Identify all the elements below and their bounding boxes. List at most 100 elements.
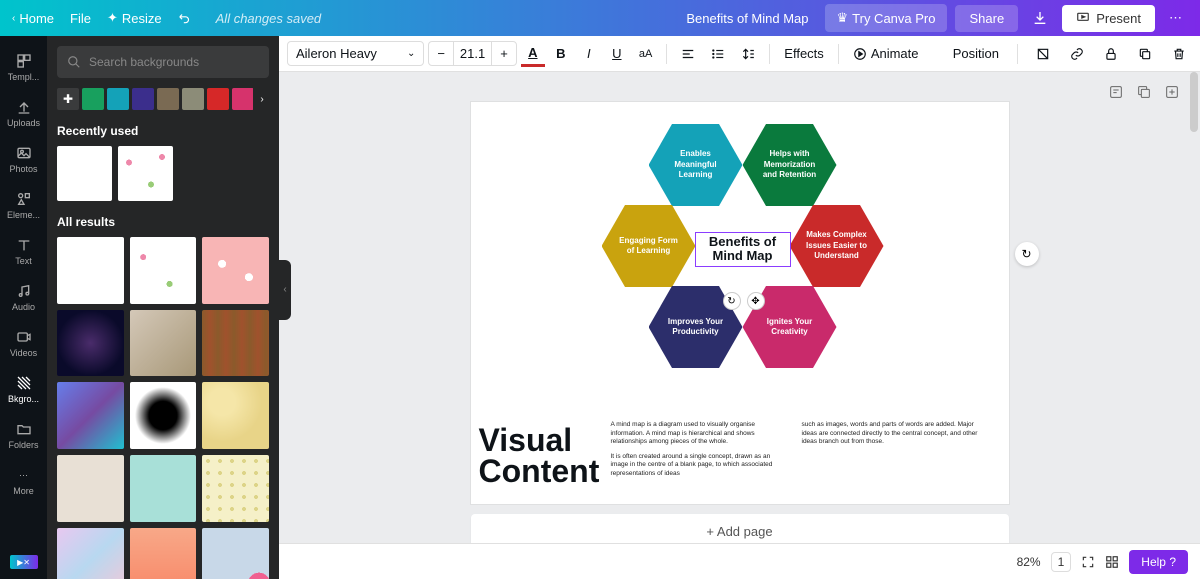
hexagon-teal[interactable]: Enables Meaningful Learning: [649, 124, 743, 206]
color-swatch[interactable]: [207, 88, 229, 110]
underline-button[interactable]: U: [605, 42, 629, 65]
hexagon-yellow[interactable]: Engaging Form of Learning: [602, 205, 696, 287]
bg-thumbnail[interactable]: [130, 528, 197, 579]
color-swatch[interactable]: [232, 88, 254, 110]
color-swatch[interactable]: [82, 88, 104, 110]
visual-content-body[interactable]: A mind map is a diagram used to visually…: [611, 421, 981, 484]
sidebar-item-elements[interactable]: Eleme...: [0, 182, 47, 228]
file-menu[interactable]: File: [70, 11, 91, 26]
visual-content-title[interactable]: Visual Content: [479, 425, 600, 486]
photos-icon: [15, 144, 33, 162]
canvas-page[interactable]: ↻ Enables Meaningful Learning Helps with…: [471, 102, 1009, 504]
bg-thumbnail[interactable]: [202, 382, 269, 449]
videos-icon: [15, 328, 33, 346]
color-swatch[interactable]: [157, 88, 179, 110]
text-toolbar: Aileron Heavy ⌄ − 21.1 + A B I U aA Effe…: [279, 36, 1200, 72]
panel-collapse-handle[interactable]: ‹: [279, 260, 291, 320]
align-button[interactable]: [675, 43, 701, 65]
bg-thumbnail[interactable]: [57, 455, 124, 522]
font-size-group: − 21.1 +: [428, 41, 517, 66]
bg-thumbnail[interactable]: [202, 237, 269, 304]
sidebar-item-folders[interactable]: Folders: [0, 412, 47, 458]
page-add-button[interactable]: [1164, 84, 1180, 100]
bg-thumbnail[interactable]: [130, 237, 197, 304]
download-button[interactable]: [1026, 4, 1054, 32]
bg-thumbnail[interactable]: [118, 146, 173, 201]
vertical-scrollbar[interactable]: [1190, 72, 1198, 132]
resize-menu[interactable]: ✦ Resize: [107, 10, 162, 26]
center-title-l1: Benefits of: [709, 234, 776, 249]
color-swatch[interactable]: [132, 88, 154, 110]
italic-button[interactable]: I: [577, 42, 601, 65]
bg-thumbnail[interactable]: [130, 455, 197, 522]
page-notes-button[interactable]: [1108, 84, 1124, 100]
search-bar[interactable]: [57, 46, 269, 78]
bg-thumbnail[interactable]: [130, 382, 197, 449]
magic-icon: ✦: [107, 10, 118, 26]
undo-button[interactable]: [178, 11, 192, 25]
font-size-value[interactable]: 21.1: [453, 42, 492, 65]
present-button[interactable]: Present: [1062, 5, 1155, 32]
text-color-button[interactable]: A: [521, 41, 545, 67]
transparency-button[interactable]: [1030, 43, 1056, 65]
hexagon-red[interactable]: Makes Complex Issues Easier to Understan…: [790, 205, 884, 287]
color-scroll-right[interactable]: ›: [253, 88, 271, 110]
add-page-button[interactable]: + Add page: [471, 514, 1009, 543]
home-button[interactable]: ‹ Home: [12, 11, 54, 26]
more-menu[interactable]: ⋯: [1163, 4, 1188, 32]
effects-button[interactable]: Effects: [778, 42, 830, 65]
hexagon-green[interactable]: Helps with Memorization and Retention: [743, 124, 837, 206]
zoom-level[interactable]: 82%: [1017, 555, 1041, 569]
move-handle[interactable]: ✥: [747, 292, 765, 310]
grid-view-button[interactable]: [1105, 555, 1119, 569]
font-size-decrease[interactable]: −: [429, 42, 453, 65]
try-pro-button[interactable]: ♛ Try Canva Pro: [825, 4, 948, 32]
fullscreen-button[interactable]: [1081, 555, 1095, 569]
rotate-handle[interactable]: ↻: [723, 292, 741, 310]
sidebar-item-audio[interactable]: Audio: [0, 274, 47, 320]
color-picker-button[interactable]: ✚: [57, 88, 79, 110]
sidebar-item-text[interactable]: Text: [0, 228, 47, 274]
sidebar-item-more[interactable]: ⋯ More: [0, 458, 47, 504]
chevron-left-icon: ‹: [283, 284, 286, 295]
rail-promo[interactable]: ▶✕: [10, 555, 38, 579]
align-icon: [681, 47, 695, 61]
bg-thumbnail[interactable]: [57, 382, 124, 449]
bg-thumbnail[interactable]: [202, 310, 269, 377]
lock-button[interactable]: [1098, 43, 1124, 65]
bg-thumbnail[interactable]: [202, 528, 269, 579]
font-size-increase[interactable]: +: [492, 42, 516, 65]
duplicate-button[interactable]: [1132, 43, 1158, 65]
bold-button[interactable]: B: [549, 42, 573, 65]
link-button[interactable]: [1064, 43, 1090, 65]
font-family-select[interactable]: Aileron Heavy ⌄: [287, 41, 424, 66]
sidebar-item-uploads[interactable]: Uploads: [0, 90, 47, 136]
color-swatch[interactable]: [107, 88, 129, 110]
sidebar-item-background[interactable]: Bkgro...: [0, 366, 47, 412]
bg-thumbnail[interactable]: [202, 455, 269, 522]
share-button[interactable]: Share: [955, 5, 1018, 32]
help-button[interactable]: Help ?: [1129, 550, 1188, 574]
page-duplicate-button[interactable]: [1136, 84, 1152, 100]
selected-text-element[interactable]: Benefits of Mind Map: [695, 232, 791, 267]
bg-thumbnail[interactable]: [57, 146, 112, 201]
position-button[interactable]: Position: [947, 42, 1005, 65]
sidebar-item-photos[interactable]: Photos: [0, 136, 47, 182]
document-title[interactable]: Benefits of Mind Map: [686, 11, 808, 26]
bg-thumbnail[interactable]: [57, 528, 124, 579]
color-swatch[interactable]: [182, 88, 204, 110]
page-indicator[interactable]: 1: [1051, 552, 1072, 572]
regenerate-button[interactable]: ↻: [1015, 242, 1039, 266]
animate-button[interactable]: Animate: [847, 42, 925, 65]
delete-button[interactable]: [1166, 43, 1192, 65]
text-case-button[interactable]: aA: [633, 44, 658, 64]
list-button[interactable]: [705, 43, 731, 65]
bg-thumbnail[interactable]: [130, 310, 197, 377]
rail-label: More: [13, 486, 34, 496]
search-input[interactable]: [89, 55, 259, 69]
sidebar-item-templates[interactable]: Templ...: [0, 44, 47, 90]
spacing-button[interactable]: [735, 43, 761, 65]
bg-thumbnail[interactable]: [57, 237, 124, 304]
bg-thumbnail[interactable]: [57, 310, 124, 377]
sidebar-item-videos[interactable]: Videos: [0, 320, 47, 366]
